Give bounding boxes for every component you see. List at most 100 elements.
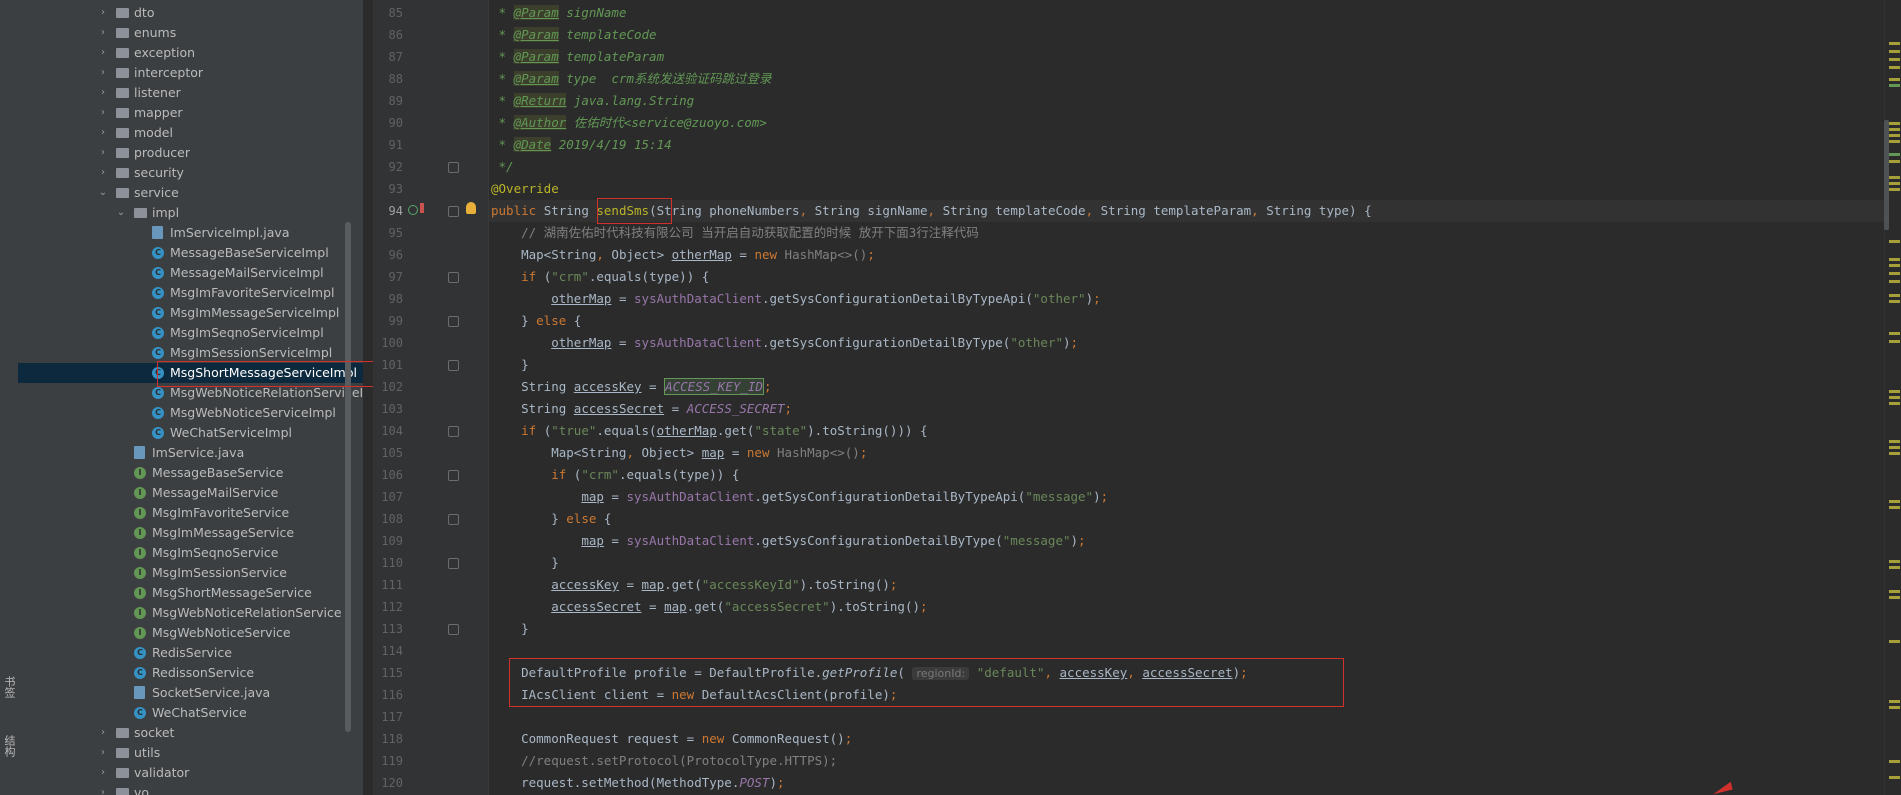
tree-row[interactable]: I MsgShortMessageService [18, 583, 363, 603]
warning-marker[interactable] [1889, 390, 1900, 393]
tree-row[interactable]: › exception [18, 43, 363, 63]
code-line[interactable]: * @Param signName [489, 2, 1884, 24]
tree-row[interactable]: C RedissonService [18, 663, 363, 683]
code-line[interactable]: map = sysAuthDataClient.getSysConfigurat… [489, 530, 1884, 552]
fold-toggle-icon[interactable] [448, 316, 459, 327]
warning-marker[interactable] [1889, 452, 1900, 455]
code-line[interactable]: } [489, 354, 1884, 376]
warning-marker[interactable] [1889, 264, 1900, 267]
warning-marker[interactable] [1889, 590, 1900, 593]
intention-bulb-icon[interactable] [466, 202, 476, 214]
warning-marker[interactable] [1889, 506, 1900, 509]
tree-scrollbar[interactable] [345, 222, 351, 732]
chevron-down-icon[interactable]: ⌄ [116, 203, 126, 223]
tree-row[interactable]: I MsgImSeqnoService [18, 543, 363, 563]
tree-row[interactable]: › validator [18, 763, 363, 783]
warning-marker[interactable] [1889, 706, 1900, 709]
warning-marker[interactable] [1889, 153, 1900, 156]
chevron-right-icon[interactable]: › [98, 3, 108, 23]
warning-marker[interactable] [1889, 776, 1900, 779]
code-line[interactable]: * @Param templateParam [489, 46, 1884, 68]
tree-row[interactable]: ⌄ impl [18, 203, 363, 223]
code-line[interactable]: if ("crm".equals(type)) { [489, 266, 1884, 288]
code-line[interactable]: accessSecret = map.get("accessSecret").t… [489, 596, 1884, 618]
warning-marker[interactable] [1889, 160, 1900, 163]
chevron-down-icon[interactable]: ⌄ [98, 183, 108, 203]
warning-marker[interactable] [1889, 140, 1900, 143]
fold-toggle-icon[interactable] [448, 624, 459, 635]
tree-row[interactable]: C MessageMailServiceImpl [18, 263, 363, 283]
tree-row[interactable]: › model [18, 123, 363, 143]
code-line[interactable]: otherMap = sysAuthDataClient.getSysConfi… [489, 288, 1884, 310]
tree-row[interactable]: I MsgImSessionService [18, 563, 363, 583]
code-line[interactable]: } [489, 618, 1884, 640]
warning-marker[interactable] [1889, 66, 1900, 69]
chevron-right-icon[interactable]: › [98, 83, 108, 103]
code-line[interactable]: } else { [489, 508, 1884, 530]
warning-marker[interactable] [1889, 596, 1900, 599]
warning-marker[interactable] [1889, 440, 1900, 443]
tree-row[interactable]: C MsgImFavoriteServiceImpl [18, 283, 363, 303]
code-line[interactable]: * @Param type crm系统发送验证码跳过登录 [489, 68, 1884, 90]
warning-marker[interactable] [1889, 240, 1900, 243]
warning-marker[interactable] [1889, 188, 1900, 191]
tree-row[interactable]: SocketService.java [18, 683, 363, 703]
chevron-right-icon[interactable]: › [98, 23, 108, 43]
tree-row[interactable]: C MsgWebNoticeServiceImpl [18, 403, 363, 423]
warning-marker[interactable] [1889, 332, 1900, 335]
warning-marker[interactable] [1889, 176, 1900, 179]
bookmarks-tab[interactable]: 书签 [2, 676, 16, 701]
tree-row[interactable]: C MsgImSeqnoServiceImpl [18, 323, 363, 343]
code-line[interactable]: request.setMethod(MethodType.POST); [489, 772, 1884, 794]
warning-marker[interactable] [1889, 340, 1900, 343]
chevron-right-icon[interactable]: › [98, 763, 108, 783]
warning-marker[interactable] [1889, 294, 1900, 297]
fold-toggle-icon[interactable] [448, 162, 459, 173]
tree-row[interactable]: C RedisService [18, 643, 363, 663]
tree-row[interactable]: ImServiceImpl.java [18, 223, 363, 243]
chevron-right-icon[interactable]: › [98, 163, 108, 183]
warning-marker[interactable] [1889, 640, 1900, 643]
code-line[interactable]: accessKey = map.get("accessKeyId").toStr… [489, 574, 1884, 596]
warning-marker[interactable] [1889, 134, 1900, 137]
code-line[interactable]: Map<String, Object> otherMap = new HashM… [489, 244, 1884, 266]
code-line[interactable]: otherMap = sysAuthDataClient.getSysConfi… [489, 332, 1884, 354]
warning-marker[interactable] [1889, 500, 1900, 503]
implements-gutter-icon[interactable] [408, 205, 418, 215]
chevron-right-icon[interactable]: › [98, 723, 108, 743]
warning-marker[interactable] [1889, 258, 1900, 261]
warning-marker[interactable] [1889, 128, 1900, 131]
tree-row[interactable]: › mapper [18, 103, 363, 123]
warning-marker[interactable] [1889, 760, 1900, 763]
warning-marker[interactable] [1889, 122, 1900, 125]
fold-toggle-icon[interactable] [448, 558, 459, 569]
tree-row[interactable]: C WeChatService [18, 703, 363, 723]
tree-row[interactable]: › vo [18, 783, 363, 795]
tree-row[interactable]: › interceptor [18, 63, 363, 83]
warning-marker[interactable] [1889, 42, 1900, 45]
code-line[interactable]: @Override [489, 178, 1884, 200]
warning-marker[interactable] [1889, 58, 1900, 61]
warning-marker[interactable] [1889, 566, 1900, 569]
code-line[interactable]: */ [489, 156, 1884, 178]
chevron-right-icon[interactable]: › [98, 63, 108, 83]
fold-toggle-icon[interactable] [448, 470, 459, 481]
warning-marker[interactable] [1889, 560, 1900, 563]
tree-row[interactable]: I MessageBaseService [18, 463, 363, 483]
tree-row[interactable]: › utils [18, 743, 363, 763]
tree-row[interactable]: › security [18, 163, 363, 183]
chevron-right-icon[interactable]: › [98, 43, 108, 63]
code-line[interactable] [489, 706, 1884, 728]
warning-marker[interactable] [1889, 300, 1900, 303]
tree-row[interactable]: I MsgImFavoriteService [18, 503, 363, 523]
code-line[interactable]: Map<String, Object> map = new HashMap<>(… [489, 442, 1884, 464]
structure-tab[interactable]: 结构 [2, 735, 16, 760]
code-line[interactable]: if ("true".equals(otherMap.get("state").… [489, 420, 1884, 442]
code-line[interactable]: String accessSecret = ACCESS_SECRET; [489, 398, 1884, 420]
chevron-right-icon[interactable]: › [98, 123, 108, 143]
warning-marker[interactable] [1889, 182, 1900, 185]
chevron-right-icon[interactable]: › [98, 103, 108, 123]
tree-row[interactable]: ImService.java [18, 443, 363, 463]
code-line[interactable]: CommonRequest request = new CommonReques… [489, 728, 1884, 750]
chevron-right-icon[interactable]: › [98, 143, 108, 163]
